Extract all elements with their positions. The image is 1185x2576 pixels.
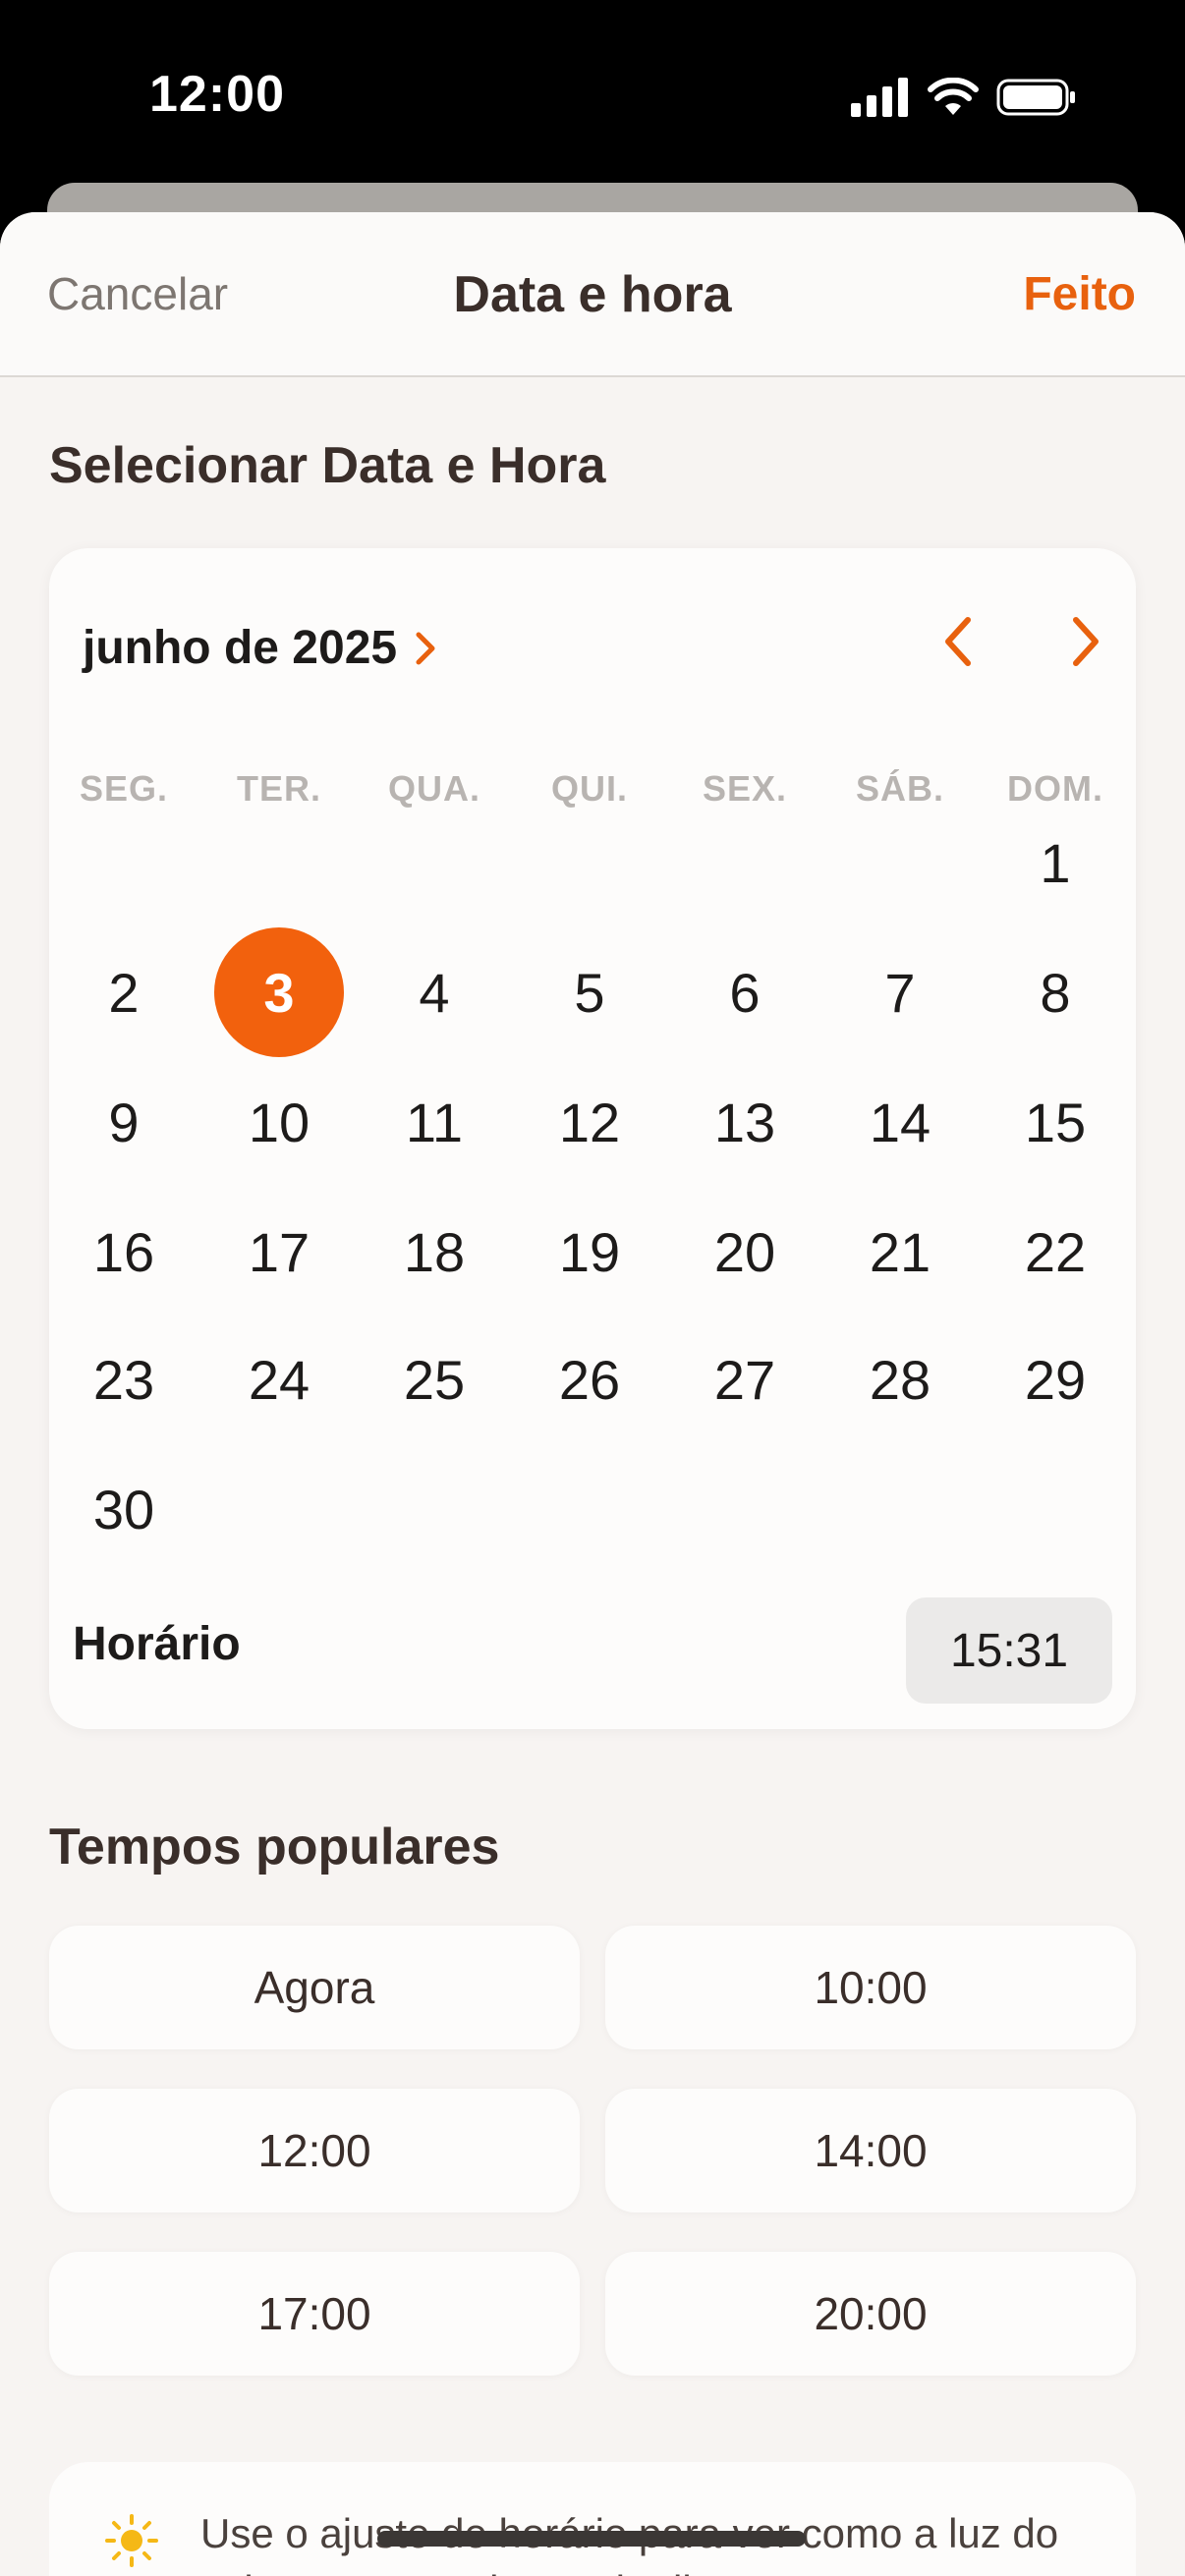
calendar-day[interactable]: 25 [369, 1315, 499, 1444]
picker-section-title: Selecionar Data e Hora [49, 437, 606, 494]
calendar-day[interactable]: 21 [835, 1187, 965, 1316]
calendar-day[interactable]: 14 [835, 1057, 965, 1187]
calendar-day[interactable]: 8 [990, 927, 1120, 1057]
popular-time-chip[interactable]: 20:00 [605, 2252, 1136, 2376]
calendar-day[interactable]: 22 [990, 1187, 1120, 1316]
popular-time-chip[interactable]: 12:00 [49, 2089, 580, 2212]
calendar-day[interactable]: 28 [835, 1315, 965, 1444]
calendar-day[interactable]: 11 [369, 1057, 499, 1187]
battery-icon [996, 79, 1075, 116]
calendar-day[interactable]: 20 [680, 1187, 810, 1316]
time-picker[interactable]: 15:31 [906, 1597, 1112, 1704]
month-selector[interactable]: junho de 2025 [83, 621, 438, 675]
nav-title: Data e hora [453, 266, 732, 323]
calendar-day[interactable]: 9 [59, 1057, 189, 1187]
calendar-day[interactable]: 30 [59, 1444, 189, 1574]
calendar-card: junho de 2025 SEG. TER. QUA. QUI. SEX. SÁB. DO… [49, 548, 1136, 1729]
calendar-day[interactable]: 18 [369, 1187, 499, 1316]
popular-time-chip[interactable]: 14:00 [605, 2089, 1136, 2212]
info-card: Use o ajuste de horário para ver como a … [49, 2462, 1136, 2576]
previous-month-button[interactable] [924, 607, 992, 676]
next-month-button[interactable] [1051, 607, 1120, 676]
calendar-day[interactable]: 6 [680, 927, 810, 1057]
calendar-day[interactable]: 7 [835, 927, 965, 1057]
calendar-day[interactable]: 27 [680, 1315, 810, 1444]
chevron-left-icon [945, 617, 971, 666]
calendar-day[interactable]: 19 [525, 1187, 654, 1316]
weekday-label: SEG. [79, 768, 169, 809]
status-icons [851, 73, 1077, 122]
calendar-day[interactable]: 13 [680, 1057, 810, 1187]
time-label: Horário [73, 1618, 241, 1670]
calendar-day[interactable]: 16 [59, 1187, 189, 1316]
calendar-day[interactable]: 23 [59, 1315, 189, 1444]
weekday-label: QUI. [550, 768, 628, 809]
calendar-day[interactable]: 5 [525, 927, 654, 1057]
selected-day[interactable]: 3 [214, 927, 344, 1057]
calendar-day[interactable]: 26 [525, 1315, 654, 1444]
weekday-row: SEG. TER. QUA. QUI. SEX. SÁB. DOM. [49, 768, 1136, 827]
calendar-day[interactable]: 10 [214, 1057, 344, 1187]
popular-time-chip[interactable]: 10:00 [605, 1926, 1136, 2049]
status-time: 12:00 [149, 66, 285, 123]
calendar-day[interactable]: 17 [214, 1187, 344, 1316]
calendar-day[interactable]: 12 [525, 1057, 654, 1187]
weekday-label: SÁB. [855, 768, 944, 809]
chevron-right-icon [416, 632, 435, 664]
signal-icon [851, 78, 908, 117]
nav-bar: Cancelar Data e hora Feito [0, 212, 1185, 377]
calendar-day[interactable]: 1 [990, 798, 1120, 927]
date-time-sheet: Cancelar Data e hora Feito Selecionar Da… [0, 212, 1185, 2576]
wifi-icon [928, 78, 979, 115]
month-label: junho de 2025 [83, 622, 398, 674]
calendar-day[interactable]: 24 [214, 1315, 344, 1444]
calendar-day[interactable]: 2 [59, 927, 189, 1057]
calendar-day[interactable]: 29 [990, 1315, 1120, 1444]
weekday-label: SEX. [702, 768, 788, 809]
home-indicator [377, 2531, 806, 2547]
popular-time-chip[interactable]: 17:00 [49, 2252, 580, 2376]
done-button[interactable]: Feito [1023, 267, 1136, 321]
popular-times-title: Tempos populares [49, 1819, 500, 1876]
calendar-day[interactable]: 15 [990, 1057, 1120, 1187]
calendar-day[interactable]: 4 [369, 927, 499, 1057]
status-bar: 12:00 [0, 0, 1185, 187]
sun-icon [105, 2514, 158, 2567]
popular-time-chip[interactable]: Agora [49, 1926, 580, 2049]
weekday-label: TER. [236, 768, 321, 809]
weekday-label: QUA. [388, 768, 480, 809]
chevron-right-icon [1073, 617, 1099, 666]
